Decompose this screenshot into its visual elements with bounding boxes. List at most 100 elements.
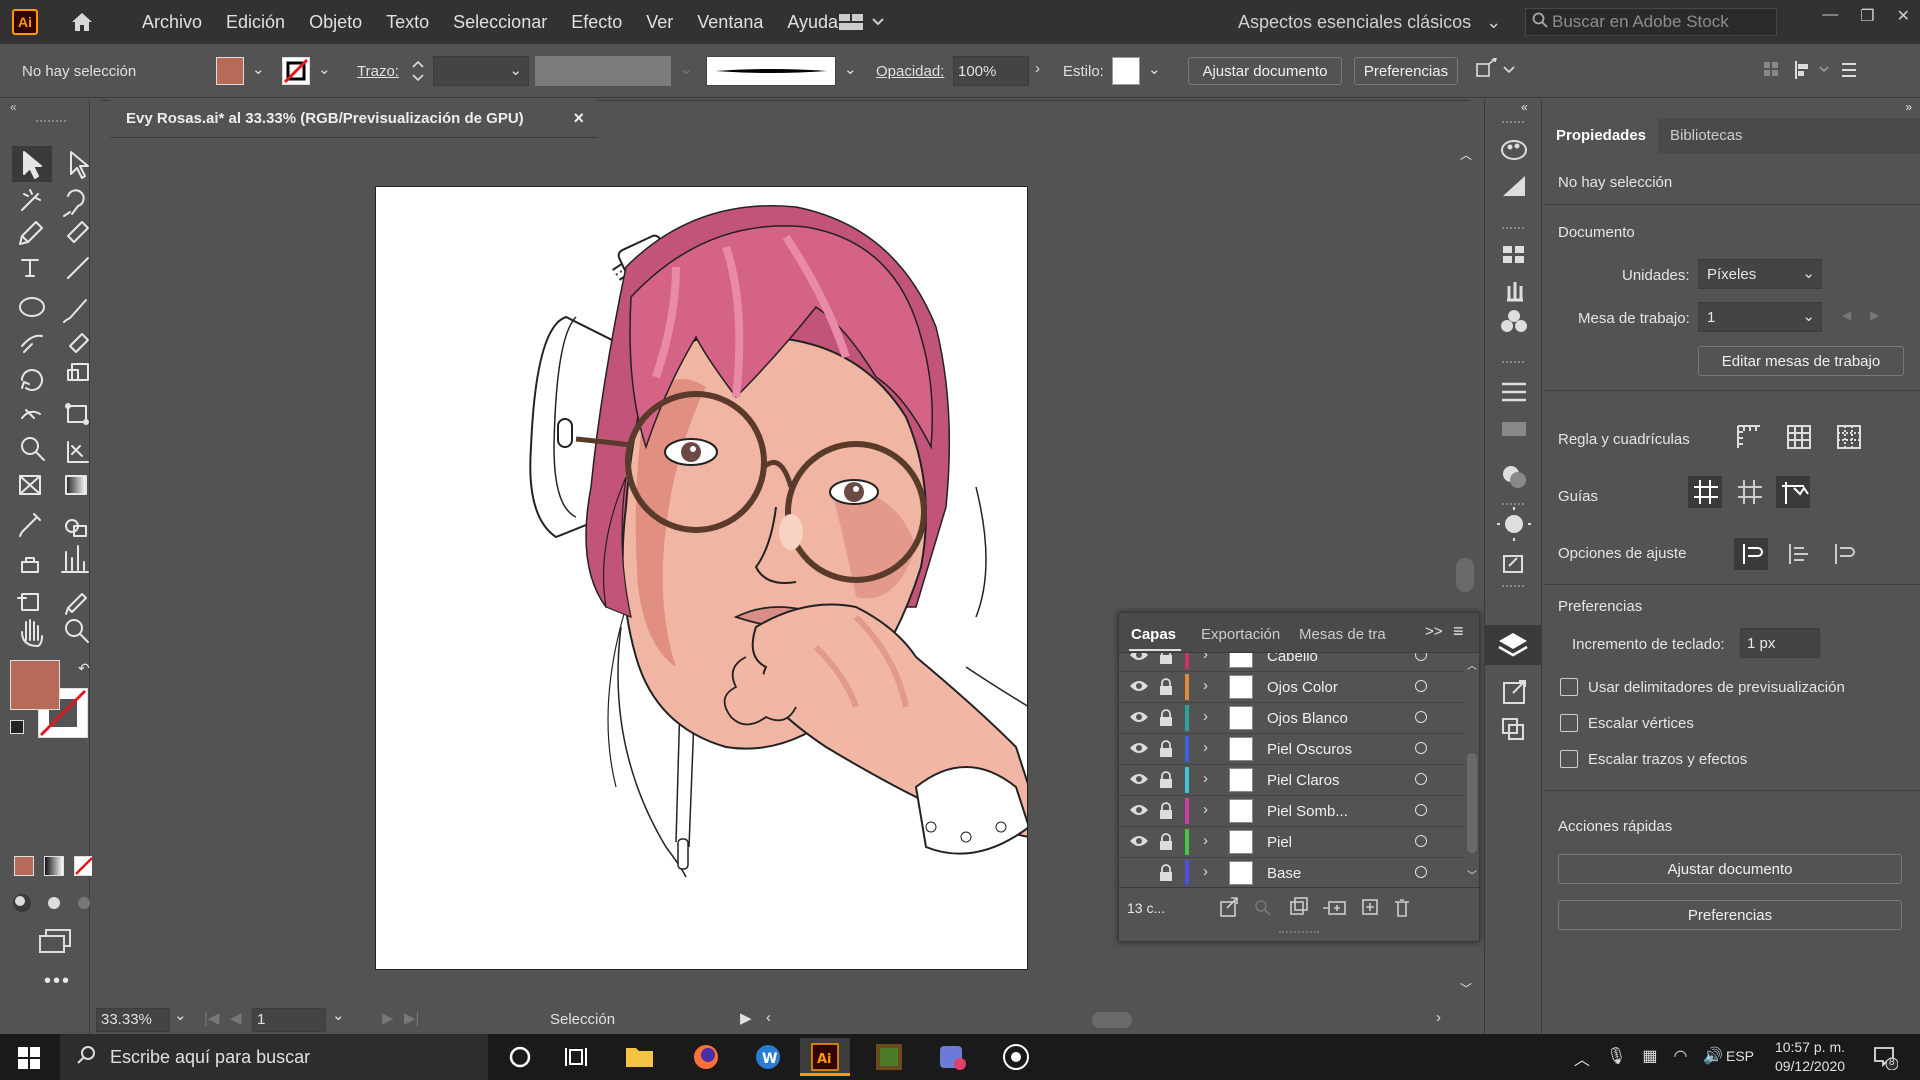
checkbox-box[interactable] <box>1560 678 1578 696</box>
expand-layer-icon[interactable]: › <box>1203 653 1208 663</box>
collapse-props-icon[interactable]: » <box>1905 100 1912 114</box>
layer-row[interactable]: › Piel Somb... <box>1119 796 1464 827</box>
taskbar-apps[interactable]: W Ai <box>500 1038 1060 1076</box>
layer-row[interactable]: › Piel <box>1119 827 1464 858</box>
scroll-down-icon[interactable]: ﹀ <box>1460 980 1472 997</box>
home-icon[interactable] <box>68 8 96 36</box>
menu-ver[interactable]: Ver <box>634 12 685 33</box>
close-icon[interactable]: ✕ <box>1897 6 1910 26</box>
swap-colors-icon[interactable]: ↶ <box>78 660 90 677</box>
incremento-input[interactable]: 1 px <box>1740 628 1820 658</box>
target-icon[interactable] <box>1415 711 1427 723</box>
fill-swatch[interactable] <box>216 57 244 85</box>
preferencias-button[interactable]: Preferencias <box>1558 900 1902 930</box>
expand-layer-icon[interactable]: › <box>1203 863 1208 880</box>
variable-width-profile[interactable] <box>535 56 671 86</box>
snap-options-icons[interactable] <box>1734 536 1884 572</box>
menu-texto[interactable]: Texto <box>374 12 441 33</box>
stock-search-input[interactable]: Buscar en Adobe Stock <box>1552 12 1729 32</box>
lock-icon[interactable] <box>1159 833 1173 855</box>
eye-icon[interactable] <box>1129 710 1149 728</box>
ruler-grid-icons[interactable] <box>1734 422 1884 452</box>
lock-icon[interactable] <box>1159 740 1173 762</box>
layer-footer-icons[interactable] <box>1219 896 1459 920</box>
volume-icon[interactable]: 🔊 <box>1703 1046 1723 1070</box>
expand-layer-icon[interactable]: › <box>1203 677 1208 694</box>
layer-row[interactable]: › Ojos Blanco <box>1119 703 1464 734</box>
scroll-thumb[interactable] <box>1456 558 1474 592</box>
none-mode-icon[interactable] <box>74 856 94 876</box>
stroke-weight-input[interactable]: ⌄ <box>433 56 529 86</box>
ajustar-documento-button[interactable]: Ajustar documento <box>1558 854 1902 884</box>
taskbar-search[interactable]: Escribe aquí para buscar <box>60 1034 488 1080</box>
prev-artboard-icon[interactable]: ◀ <box>1842 308 1851 322</box>
target-icon[interactable] <box>1415 653 1427 661</box>
stroke-stepper[interactable] <box>410 56 426 86</box>
target-icon[interactable] <box>1415 773 1427 785</box>
chevron-up-icon[interactable]: ︿ <box>1574 1046 1590 1070</box>
graphic-style-swatch[interactable] <box>1112 57 1140 85</box>
layers-panel-icon[interactable] <box>1485 625 1541 665</box>
color-mode-icon[interactable] <box>14 856 34 876</box>
workspace-switcher[interactable]: Aspectos esenciales clásicos ⌄ <box>1238 12 1501 33</box>
taskbar-search-input[interactable]: Escribe aquí para buscar <box>110 1047 310 1068</box>
expand-layer-icon[interactable]: › <box>1203 801 1208 818</box>
opacity-label[interactable]: Opacidad: <box>876 63 944 80</box>
preferencias-button[interactable]: Preferencias <box>1354 57 1458 85</box>
expand-layer-icon[interactable]: › <box>1203 832 1208 849</box>
microphone-icon[interactable]: 🎙 <box>1606 1046 1626 1070</box>
next-artboard-icon[interactable]: ▶ <box>382 1009 394 1027</box>
target-icon[interactable] <box>1415 804 1427 816</box>
arrange-documents-icon[interactable] <box>838 12 884 37</box>
chevron-down-icon[interactable]: ⌄ <box>318 60 331 78</box>
chevron-down-icon[interactable]: ⌄ <box>252 60 265 78</box>
mesa-select[interactable]: 1 ⌄ <box>1698 302 1822 332</box>
layer-row[interactable]: › Ojos Color <box>1119 672 1464 703</box>
target-icon[interactable] <box>1415 680 1427 692</box>
more-tools-icon[interactable]: ••• <box>44 970 71 993</box>
checkbox-escalar-vertices[interactable]: Escalar vértices <box>1560 714 1694 732</box>
chevron-right-icon[interactable]: › <box>1035 60 1040 77</box>
layers-scrollbar[interactable]: ︿ ﹀ <box>1465 653 1479 885</box>
layers-scroll-thumb[interactable] <box>1467 753 1477 853</box>
target-icon[interactable] <box>1415 742 1427 754</box>
tab-propiedades[interactable]: Propiedades <box>1544 118 1658 154</box>
default-colors-icon[interactable] <box>10 720 24 734</box>
artboard[interactable] <box>375 186 1028 970</box>
scroll-down-icon[interactable]: ﹀ <box>1467 867 1477 882</box>
lock-icon[interactable] <box>1159 709 1173 731</box>
expand-panel-icon[interactable]: >> <box>1425 623 1443 640</box>
expand-layer-icon[interactable]: › <box>1203 708 1208 725</box>
scroll-up-icon[interactable]: ︿ <box>1467 657 1477 672</box>
artboard-number-input[interactable]: 1 <box>252 1008 326 1032</box>
scroll-right-icon[interactable]: › <box>1436 1009 1441 1026</box>
menu-edicion[interactable]: Edición <box>214 12 297 33</box>
menu-efecto[interactable]: Efecto <box>559 12 634 33</box>
panel-grip[interactable] <box>1279 931 1319 933</box>
app-logo[interactable]: Ai <box>12 9 38 35</box>
menu-seleccionar[interactable]: Seleccionar <box>441 12 559 33</box>
stroke-swatch[interactable] <box>282 57 310 85</box>
next-artboard-icon[interactable]: ▶ <box>1870 308 1879 322</box>
brush-definition[interactable] <box>706 56 836 86</box>
eye-icon[interactable] <box>1129 772 1149 790</box>
stock-search[interactable]: Buscar en Adobe Stock <box>1525 8 1777 36</box>
opacity-input[interactable]: 100% <box>953 56 1029 86</box>
editar-mesas-button[interactable]: Editar mesas de trabajo <box>1698 346 1904 376</box>
ajustar-documento-button[interactable]: Ajustar documento <box>1188 57 1342 85</box>
windows-start-icon[interactable] <box>18 1047 40 1074</box>
panel-menu-icon[interactable]: ≡ <box>1453 621 1464 642</box>
unidades-select[interactable]: Píxeles ⌄ <box>1698 259 1822 289</box>
checkbox-box[interactable] <box>1560 750 1578 768</box>
chevron-down-icon[interactable]: ⌄ <box>1148 60 1161 78</box>
zoom-input[interactable]: 33.33% <box>96 1008 170 1032</box>
eye-icon[interactable] <box>1129 741 1149 759</box>
export-panel-icons[interactable] <box>1485 675 1543 755</box>
tab-bibliotecas[interactable]: Bibliotecas <box>1670 127 1743 144</box>
close-tab-icon[interactable]: × <box>573 108 584 129</box>
layer-row[interactable]: › Piel Oscuros <box>1119 734 1464 765</box>
gradient-mode-icon[interactable] <box>44 856 64 876</box>
layer-row[interactable]: › Base <box>1119 858 1464 885</box>
minimize-icon[interactable]: — <box>1822 6 1838 26</box>
notification-icon[interactable]: 8 <box>1872 1044 1899 1075</box>
